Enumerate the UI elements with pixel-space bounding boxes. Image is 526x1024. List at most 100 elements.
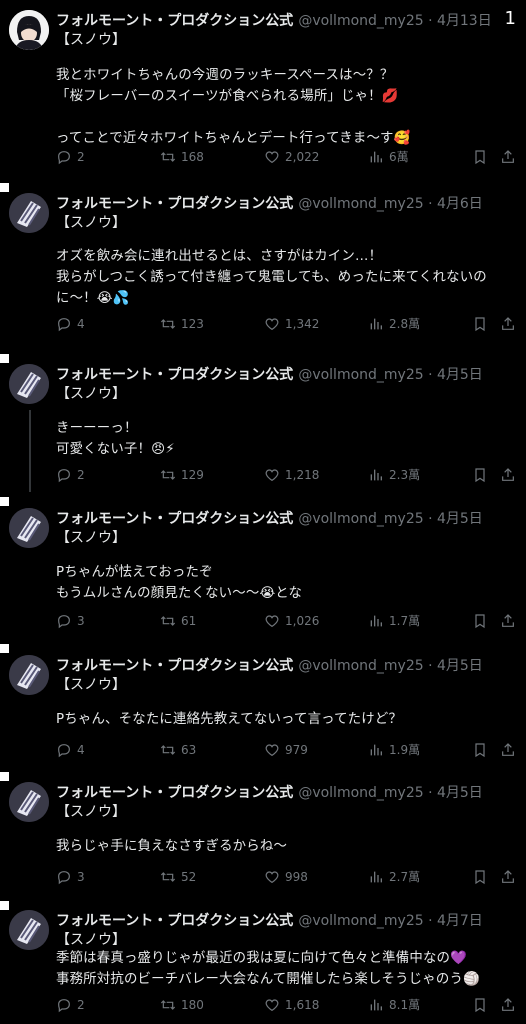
retweet-icon <box>160 152 176 162</box>
views-icon <box>370 318 382 330</box>
heart-icon <box>265 744 279 757</box>
like-count: 1,026 <box>285 614 320 628</box>
avatar[interactable] <box>9 782 49 822</box>
bookmark-button[interactable] <box>472 148 488 166</box>
share-icon <box>502 614 514 627</box>
display-name[interactable]: フォルモーント・プロダクション公式 <box>56 913 293 929</box>
bookmark-button[interactable] <box>472 466 488 484</box>
views-button[interactable]: 2.3萬 <box>368 466 420 484</box>
retweet-button[interactable]: 129 <box>160 466 204 484</box>
tweet-text: Pちゃん、そなたに連絡先教えてないって言ってたけど？ <box>56 712 403 727</box>
tweet-header: フォルモーント・プロダクション公式 @vollmond_my25 · 4月7日 <box>56 910 516 932</box>
share-button[interactable] <box>500 466 516 484</box>
views-count: 2.7萬 <box>389 870 421 884</box>
avatar[interactable] <box>9 508 49 548</box>
display-name[interactable]: フォルモーント・プロダクション公式 <box>56 196 293 212</box>
reply-button[interactable]: 3 <box>56 612 85 630</box>
avatar[interactable] <box>9 655 49 695</box>
bookmark-button[interactable] <box>472 741 488 759</box>
display-name[interactable]: フォルモーント・プロダクション公式 <box>56 658 293 674</box>
share-button[interactable] <box>500 315 516 333</box>
avatar[interactable] <box>9 10 49 50</box>
share-button[interactable] <box>500 612 516 630</box>
display-name[interactable]: フォルモーント・プロダクション公式 <box>56 13 293 29</box>
views-count: 1.7萬 <box>389 614 421 628</box>
views-button[interactable]: 1.9萬 <box>368 741 420 759</box>
bookmark-button[interactable] <box>472 996 488 1014</box>
share-icon <box>502 743 514 756</box>
share-icon <box>502 870 514 883</box>
share-button[interactable] <box>500 148 516 166</box>
tweet-header: フォルモーント・プロダクション公式 @vollmond_my25 · 4月5日 <box>56 508 516 530</box>
views-button[interactable]: 2.8萬 <box>368 315 420 333</box>
bookmark-icon <box>475 998 485 1013</box>
share-button[interactable] <box>500 868 516 886</box>
like-button[interactable]: 1,026 <box>264 612 319 630</box>
tweet-actions: 4 63 979 1.9萬 <box>56 741 516 759</box>
handle-date[interactable]: @vollmond_my25 · 4月5日 <box>298 785 483 801</box>
like-button[interactable]: 1,218 <box>264 466 319 484</box>
handle-date[interactable]: @vollmond_my25 · 4月13日 <box>298 13 491 29</box>
reply-button[interactable]: 4 <box>56 741 85 759</box>
retweet-button[interactable]: 63 <box>160 741 196 759</box>
share-button[interactable] <box>500 741 516 759</box>
share-button[interactable] <box>500 996 516 1014</box>
tweet-actions: 2 129 1,218 2.3萬 <box>56 466 516 484</box>
like-count: 979 <box>285 743 308 757</box>
reply-button[interactable]: 4 <box>56 315 85 333</box>
retweet-count: 52 <box>181 870 197 884</box>
display-name[interactable]: フォルモーント・プロダクション公式 <box>56 511 293 527</box>
avatar[interactable] <box>9 193 49 233</box>
views-icon <box>370 871 382 883</box>
like-button[interactable]: 1,342 <box>264 315 319 333</box>
retweet-button[interactable]: 52 <box>160 868 196 886</box>
share-icon <box>502 317 514 330</box>
tweet-text: 我とホワイトちゃんの今週のラッキースペースは〜？？ 「桜フレーバーのスイーツが食… <box>56 68 411 146</box>
avatar[interactable] <box>9 910 49 950</box>
views-icon <box>370 999 382 1011</box>
reply-count: 4 <box>77 317 85 331</box>
share-icon <box>502 998 514 1011</box>
handle-date[interactable]: @vollmond_my25 · 4月5日 <box>298 511 483 527</box>
bookmark-button[interactable] <box>472 612 488 630</box>
like-button[interactable]: 1,618 <box>264 996 319 1014</box>
views-icon <box>370 744 382 756</box>
reply-count: 4 <box>77 743 85 757</box>
like-button[interactable]: 979 <box>264 741 308 759</box>
bookmark-button[interactable] <box>472 315 488 333</box>
handle-date[interactable]: @vollmond_my25 · 4月5日 <box>298 367 483 383</box>
retweet-button[interactable]: 180 <box>160 996 204 1014</box>
tweet-text: オズを飲み会に連れ出せるとは、さすがはカイン…！ 我らがしつこく誘って付き纏って… <box>56 249 487 306</box>
views-button[interactable]: 8.1萬 <box>368 996 420 1014</box>
views-button[interactable]: 1.7萬 <box>368 612 420 630</box>
tweet-tag: 【スノウ】 <box>56 32 126 48</box>
reply-button[interactable]: 2 <box>56 148 85 166</box>
views-count: 8.1萬 <box>389 998 421 1012</box>
retweet-button[interactable]: 123 <box>160 315 204 333</box>
views-button[interactable]: 2.7萬 <box>368 868 420 886</box>
tweet-text: Pちゃんが怯えておったぞ もうムルさんの顔見たくない〜〜😭とな <box>56 565 303 601</box>
share-icon <box>502 468 514 481</box>
views-count: 2.3萬 <box>389 468 421 482</box>
handle-date[interactable]: @vollmond_my25 · 4月7日 <box>298 913 483 929</box>
views-icon <box>370 615 382 627</box>
handle-date[interactable]: @vollmond_my25 · 4月5日 <box>298 658 483 674</box>
bookmark-button[interactable] <box>472 868 488 886</box>
display-name[interactable]: フォルモーント・プロダクション公式 <box>56 785 293 801</box>
views-button[interactable]: 6萬 <box>368 148 409 166</box>
retweet-icon <box>160 470 176 480</box>
reply-button[interactable]: 2 <box>56 996 85 1014</box>
reply-icon <box>58 469 70 483</box>
avatar[interactable] <box>9 364 49 404</box>
retweet-button[interactable]: 168 <box>160 148 204 166</box>
bookmark-icon <box>475 870 485 885</box>
display-name[interactable]: フォルモーント・プロダクション公式 <box>56 367 293 383</box>
retweet-button[interactable]: 61 <box>160 612 196 630</box>
views-icon <box>370 469 382 481</box>
like-button[interactable]: 998 <box>264 868 308 886</box>
thread-marker <box>0 901 9 910</box>
reply-button[interactable]: 2 <box>56 466 85 484</box>
handle-date[interactable]: @vollmond_my25 · 4月6日 <box>298 196 483 212</box>
like-button[interactable]: 2,022 <box>264 148 319 166</box>
reply-button[interactable]: 3 <box>56 868 85 886</box>
